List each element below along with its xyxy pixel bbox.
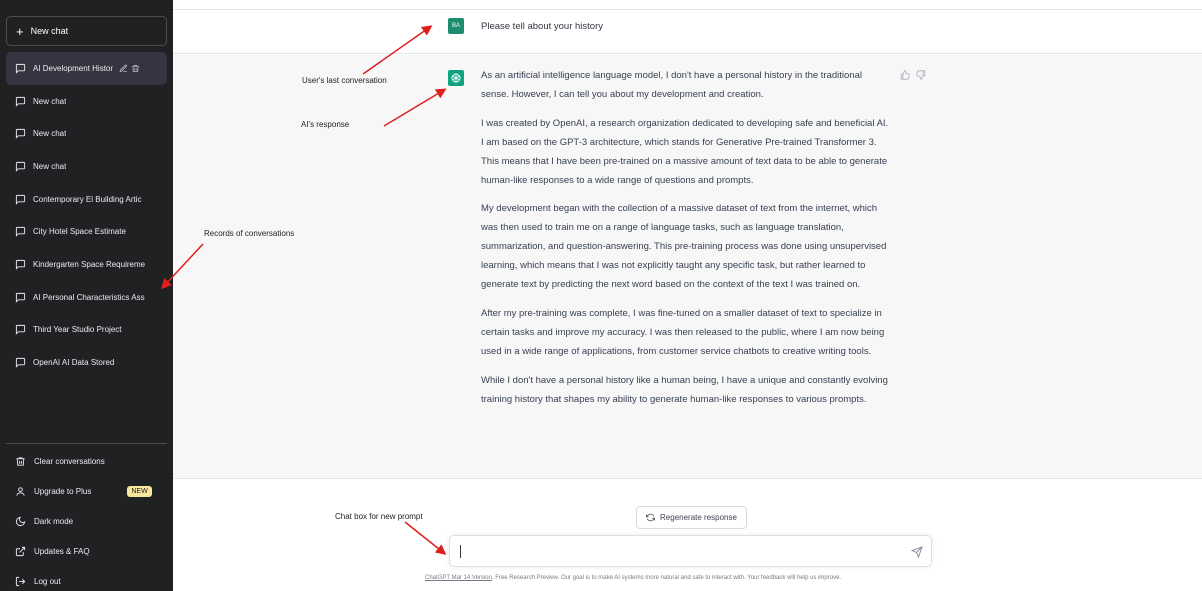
- logout-icon: [15, 576, 26, 586]
- history-item-active[interactable]: AI Development Histor: [6, 52, 167, 85]
- history-item-label: New chat: [33, 161, 67, 171]
- annotation-last-conversation: User's last conversation: [302, 76, 387, 85]
- chat-bubble-icon: [15, 129, 26, 139]
- ai-paragraph: As an artificial intelligence language m…: [481, 70, 862, 100]
- history-item[interactable]: New chat: [6, 150, 167, 183]
- chat-bubble-icon: [15, 194, 26, 205]
- new-chat-button[interactable]: + New chat: [6, 16, 167, 46]
- history-item[interactable]: Third Year Studio Project: [6, 314, 167, 347]
- clear-conversations-button[interactable]: Clear conversations: [6, 446, 167, 476]
- history-item-label: New chat: [33, 129, 67, 139]
- chat-bubble-icon: [15, 63, 26, 74]
- user-icon: [16, 486, 25, 496]
- footer-disclaimer: ChatGPT Mar 14 Version. Free Research Pr…: [425, 575, 841, 581]
- thumbs-down-icon[interactable]: [916, 70, 926, 80]
- history-item[interactable]: Kindergarten Space Requireme: [6, 248, 167, 281]
- annotation-ai-response: AI's response: [301, 120, 350, 129]
- history-item-label: OpenAI AI Data Stored: [33, 358, 115, 368]
- edit-icon[interactable]: [119, 64, 128, 73]
- user-avatar: BA: [448, 18, 464, 34]
- history-item[interactable]: New chat: [6, 117, 167, 150]
- chat-bubble-icon: [15, 357, 26, 368]
- user-message-row: BA Please tell about your history: [173, 10, 1202, 54]
- chatgpt-logo-icon: [448, 70, 464, 86]
- history-item-label: AI Development Histor: [33, 63, 114, 73]
- history-item[interactable]: OpenAI AI Data Stored: [6, 346, 167, 379]
- ai-paragraph: I was created by OpenAI, a research orga…: [481, 117, 889, 186]
- annotation-chat-box: Chat box for new prompt: [335, 512, 423, 521]
- prompt-box[interactable]: [449, 535, 932, 567]
- chat-bubble-icon: [15, 161, 26, 172]
- moon-icon: [15, 516, 26, 526]
- upgrade-button[interactable]: Upgrade to Plus NEW: [6, 476, 167, 506]
- thumbs-up-icon[interactable]: [900, 70, 910, 80]
- text-caret: [460, 545, 461, 558]
- history-item[interactable]: City Hotel Space Estimate: [6, 215, 167, 248]
- feedback-buttons: [900, 70, 926, 80]
- chat-bubble-icon: [15, 259, 26, 270]
- ai-message-row: As an artificial intelligence language m…: [173, 55, 1202, 479]
- footer-text: . Free Research Preview. Our goal is to …: [491, 575, 842, 581]
- history-item-label: Kindergarten Space Requireme: [33, 259, 146, 269]
- new-chat-label: New chat: [30, 26, 69, 36]
- updates-faq-link[interactable]: Updates & FAQ: [6, 536, 167, 566]
- chat-bubble-icon: [15, 227, 26, 238]
- history-item-label: Third Year Studio Project: [33, 325, 122, 335]
- ai-paragraph: After my pre-training was complete, I wa…: [481, 307, 885, 357]
- logout-button[interactable]: Log out: [6, 566, 167, 591]
- new-badge: NEW: [127, 485, 152, 497]
- version-link[interactable]: ChatGPT Mar 14 Version: [425, 575, 492, 581]
- upgrade-label: Upgrade to Plus: [34, 486, 92, 496]
- history-item[interactable]: New chat: [6, 85, 167, 118]
- dark-mode-label: Dark mode: [34, 516, 74, 526]
- conversation-history: AI Development Histor New chat New chat …: [6, 52, 167, 379]
- trash-icon: [16, 456, 25, 466]
- sidebar: + New chat AI Development Histor New cha…: [0, 0, 173, 591]
- history-item-label: AI Personal Characteristics Ass: [33, 292, 145, 302]
- chat-bubble-icon: [15, 96, 26, 107]
- updates-faq-label: Updates & FAQ: [34, 546, 90, 556]
- send-icon[interactable]: [911, 546, 923, 558]
- chat-main: BA Please tell about your history As an …: [173, 0, 1202, 591]
- logout-label: Log out: [34, 576, 61, 586]
- user-message: Please tell about your history: [481, 21, 603, 32]
- trash-icon[interactable]: [131, 64, 140, 73]
- ai-paragraph: My development began with the collection…: [481, 203, 887, 291]
- sidebar-bottom-menu: Clear conversations Upgrade to Plus NEW …: [6, 446, 167, 591]
- refresh-icon: [646, 513, 656, 522]
- ai-paragraph: While I don't have a personal history li…: [481, 374, 888, 405]
- regenerate-label: Regenerate response: [660, 513, 737, 522]
- plus-icon: +: [16, 23, 24, 39]
- history-item-label: City Hotel Space Estimate: [33, 227, 126, 237]
- prompt-input[interactable]: [460, 542, 890, 562]
- history-item[interactable]: AI Personal Characteristics Ass: [6, 280, 167, 314]
- history-item[interactable]: Contemporary El Building Artic: [6, 182, 167, 216]
- dark-mode-button[interactable]: Dark mode: [6, 506, 167, 536]
- annotation-records: Records of conversations: [204, 229, 295, 238]
- clear-conversations-label: Clear conversations: [34, 456, 105, 466]
- history-item-label: Contemporary El Building Artic: [33, 194, 142, 204]
- history-item-label: New chat: [33, 96, 67, 106]
- chat-bubble-icon: [15, 325, 26, 336]
- external-link-icon: [15, 546, 26, 556]
- sidebar-divider: [6, 443, 167, 444]
- regenerate-response-button[interactable]: Regenerate response: [636, 506, 747, 529]
- chat-bubble-icon: [15, 292, 26, 303]
- ai-response: As an artificial intelligence language m…: [481, 67, 891, 420]
